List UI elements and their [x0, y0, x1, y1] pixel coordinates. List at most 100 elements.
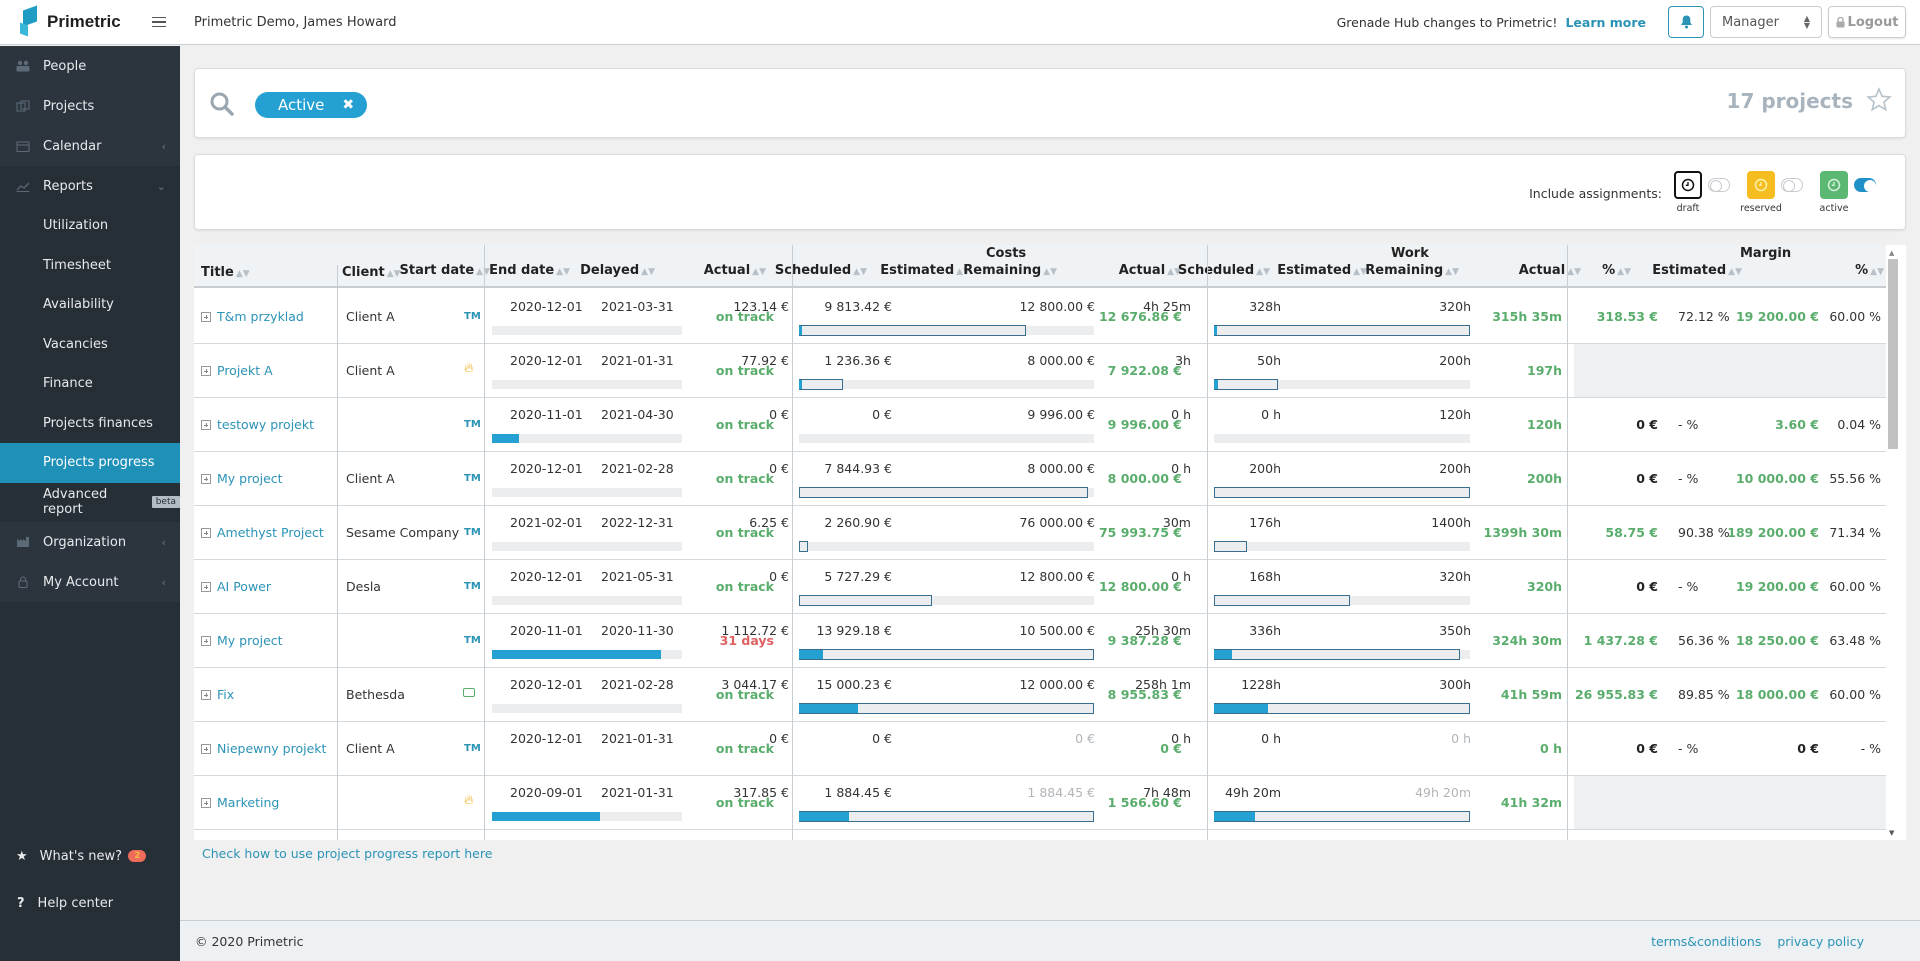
column-header-margin-pct[interactable]: % ▲▼: [1602, 263, 1631, 278]
end-date-cell: 2020-11-30: [601, 623, 674, 638]
column-header-costs-estimated[interactable]: Estimated ▲▼: [880, 263, 970, 278]
search-icon[interactable]: [209, 91, 235, 117]
sidebar-item-finance[interactable]: Finance: [0, 364, 180, 404]
expand-icon[interactable]: [201, 312, 211, 322]
reserved-toggle[interactable]: [1781, 178, 1803, 192]
sidebar-item-projects-progress[interactable]: Projects progress: [0, 443, 180, 483]
margin-estimated-cell: 189 200.00 €: [1727, 525, 1819, 540]
help-center-button[interactable]: ? Help center: [0, 883, 180, 923]
project-title-cell[interactable]: Marketing: [201, 795, 279, 810]
expand-icon[interactable]: [201, 528, 211, 538]
project-title-link[interactable]: Projekt A: [217, 363, 273, 378]
margin-est-pct-cell: 0.04 %: [1837, 417, 1881, 432]
project-title-cell[interactable]: My project: [201, 633, 283, 648]
time-progress-bar: [492, 812, 682, 821]
column-header-costs-scheduled[interactable]: Scheduled ▲▼: [775, 263, 867, 278]
sidebar-item-calendar[interactable]: Calendar ‹: [0, 126, 180, 166]
project-title-cell[interactable]: Amethyst Project: [201, 525, 324, 540]
sidebar-item-vacancies[interactable]: Vacancies: [0, 325, 180, 365]
project-title-link[interactable]: AI Power: [217, 579, 271, 594]
project-title-link[interactable]: testowy projekt: [217, 417, 314, 432]
margin-empty-cell: [1574, 344, 1886, 397]
expand-icon[interactable]: [201, 474, 211, 484]
role-select[interactable]: Manager ▲ ▼: [1710, 6, 1822, 38]
whats-new-button[interactable]: ★ What's new? 2: [0, 836, 180, 876]
scroll-up-icon[interactable]: ▲: [1889, 249, 1894, 257]
sidebar-item-projects[interactable]: Projects: [0, 86, 180, 126]
project-title-cell[interactable]: Fix: [201, 687, 234, 702]
project-title-link[interactable]: Amethyst Project: [217, 525, 324, 540]
sidebar-item-my-account[interactable]: My Account ‹: [0, 562, 180, 602]
column-header-margin-est-pct[interactable]: % ▲▼: [1855, 263, 1884, 278]
logout-button[interactable]: Logout: [1828, 6, 1906, 38]
sidebar-item-availability[interactable]: Availability: [0, 285, 180, 325]
column-header-work-remaining[interactable]: Remaining ▲▼: [1365, 263, 1459, 278]
costs-actual-cell: 0 €: [769, 407, 789, 422]
active-toggle[interactable]: [1854, 178, 1876, 192]
sidebar-item-advanced-report[interactable]: Advanced report beta: [0, 483, 180, 523]
column-header-costs-actual[interactable]: Actual ▲▼: [704, 263, 766, 278]
work-remaining-cell: 41h 32m: [1500, 795, 1562, 810]
sidebar-item-utilization[interactable]: Utilization: [0, 206, 180, 246]
column-divider: [337, 265, 338, 840]
table-scrollbar[interactable]: ▲ ▼: [1888, 249, 1898, 837]
sort-icon: ▲▼: [1617, 267, 1631, 277]
remove-filter-icon[interactable]: ✖: [342, 97, 354, 113]
expand-icon[interactable]: [201, 690, 211, 700]
column-header-work-actual[interactable]: Actual ▲▼: [1119, 263, 1181, 278]
column-header-client[interactable]: Client ▲▼: [342, 265, 401, 280]
column-header-margin-estimated[interactable]: Estimated ▲▼: [1652, 263, 1742, 278]
column-header-work-estimated[interactable]: Estimated ▲▼: [1277, 263, 1367, 278]
project-title-link[interactable]: Fix: [217, 687, 234, 702]
expand-icon[interactable]: [201, 582, 211, 592]
learn-more-link[interactable]: Learn more: [1565, 15, 1646, 30]
draft-toggle[interactable]: [1708, 178, 1730, 192]
menu-toggle-icon[interactable]: [152, 14, 166, 31]
project-title-cell[interactable]: My project: [201, 471, 283, 486]
sidebar-item-timesheet[interactable]: Timesheet: [0, 246, 180, 286]
margin-est-pct-cell: 60.00 %: [1829, 579, 1881, 594]
column-header-costs-remaining[interactable]: Remaining ▲▼: [963, 263, 1057, 278]
scroll-thumb[interactable]: [1888, 259, 1898, 449]
column-header-margin-actual[interactable]: Actual ▲▼: [1519, 263, 1581, 278]
column-header-delayed[interactable]: Delayed ▲▼: [580, 263, 655, 278]
header-label: Start date: [399, 263, 475, 278]
expand-icon[interactable]: [201, 636, 211, 646]
costs-actual-fill: [799, 326, 802, 335]
project-title-cell[interactable]: Niepewny projekt: [201, 741, 326, 756]
privacy-link[interactable]: privacy policy: [1777, 934, 1864, 949]
costs-estimated-cell: 8 000.00 €: [1027, 461, 1095, 476]
filter-chip-active[interactable]: Active ✖: [255, 92, 367, 118]
expand-icon[interactable]: [201, 744, 211, 754]
start-date-cell: 2020-12-01: [510, 569, 583, 584]
sidebar-item-projects-finances[interactable]: Projects finances: [0, 404, 180, 444]
project-title-link[interactable]: T&m przyklad: [217, 309, 304, 324]
notifications-button[interactable]: [1668, 6, 1704, 38]
project-title-link[interactable]: Niepewny projekt: [217, 741, 326, 756]
expand-icon[interactable]: [201, 366, 211, 376]
scroll-down-icon[interactable]: ▼: [1889, 829, 1894, 837]
project-title-cell[interactable]: Projekt A: [201, 363, 273, 378]
expand-icon[interactable]: [201, 420, 211, 430]
help-report-link[interactable]: Check how to use project progress report…: [202, 846, 492, 861]
column-header-title[interactable]: Title ▲▼: [201, 265, 250, 280]
work-progress-bar: [1214, 703, 1470, 714]
sidebar-item-reports[interactable]: Reports ⌄: [0, 166, 180, 206]
header-label: Estimated: [880, 263, 955, 278]
column-header-work-scheduled[interactable]: Scheduled ▲▼: [1178, 263, 1270, 278]
column-header-start-date[interactable]: Start date▲▼: [400, 263, 490, 278]
project-title-link[interactable]: My project: [217, 471, 283, 486]
project-title-link[interactable]: Marketing: [217, 795, 279, 810]
project-title-link[interactable]: My project: [217, 633, 283, 648]
project-title-cell[interactable]: AI Power: [201, 579, 271, 594]
column-header-end-date[interactable]: End date ▲▼: [489, 263, 570, 278]
margin-actual-cell: 58.75 €: [1605, 525, 1658, 540]
project-title-cell[interactable]: testowy projekt: [201, 417, 314, 432]
terms-link[interactable]: terms&conditions: [1651, 934, 1761, 949]
favorite-star-icon[interactable]: [1866, 87, 1892, 113]
expand-icon[interactable]: [201, 798, 211, 808]
sidebar-item-organization[interactable]: Organization ‹: [0, 522, 180, 562]
sidebar-item-people[interactable]: People: [0, 46, 180, 86]
project-title-cell[interactable]: T&m przyklad: [201, 309, 304, 324]
logo[interactable]: Primetric: [0, 5, 140, 37]
